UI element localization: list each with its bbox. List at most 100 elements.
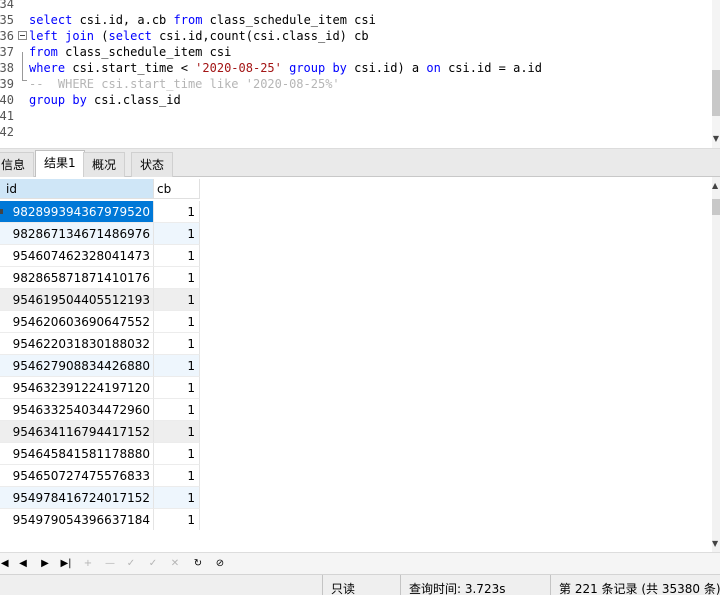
code-token: group by bbox=[289, 61, 347, 75]
cell-cb[interactable]: 1 bbox=[154, 333, 200, 355]
cell-cb[interactable]: 1 bbox=[154, 487, 200, 509]
tab-profile[interactable]: 概况 bbox=[83, 152, 126, 177]
result-tab-bar: 信息 结果1 概况 状态 bbox=[0, 148, 720, 178]
cell-id[interactable]: 954979054396637184 bbox=[0, 509, 154, 530]
code-token: '2020-08-25' bbox=[195, 61, 282, 75]
cell-cb[interactable]: 1 bbox=[154, 399, 200, 421]
code-line[interactable]: 39 -- WHERE csi.start_time like '2020-08-… bbox=[0, 76, 712, 92]
scroll-down-arrow-icon[interactable]: ▼ bbox=[712, 539, 718, 548]
cell-id[interactable]: 954634116794417152 bbox=[0, 421, 154, 443]
cell-id[interactable]: 954619504405512193 bbox=[0, 289, 154, 311]
code-token: ( bbox=[94, 29, 109, 43]
code-line[interactable]: 36 left join (select csi.id,count(csi.cla… bbox=[0, 28, 712, 44]
delete-record-icon[interactable]: — bbox=[101, 555, 119, 573]
apply-changes-icon[interactable]: ✓ bbox=[122, 555, 140, 573]
code-line[interactable]: 35 select csi.id, a.cb from class_schedul… bbox=[0, 12, 712, 28]
table-row[interactable]: 954632391224197120 1 bbox=[0, 377, 200, 399]
code-line[interactable]: 42 bbox=[0, 124, 712, 140]
line-number: 37 bbox=[0, 45, 14, 59]
code-line[interactable]: 34 bbox=[0, 0, 712, 12]
cell-id[interactable]: 954645841581178880 bbox=[0, 443, 154, 465]
cell-cb[interactable]: 1 bbox=[154, 201, 200, 223]
grid-scrollbar[interactable]: ▲ ▼ bbox=[712, 177, 720, 552]
table-row[interactable]: 954607462328041473 1 bbox=[0, 245, 200, 267]
table-row[interactable]: 954622031830188032 1 bbox=[0, 333, 200, 355]
table-row[interactable]: 954978416724017152 1 bbox=[0, 487, 200, 509]
cell-id[interactable]: 982865871871410176 bbox=[0, 267, 154, 289]
stop-icon[interactable]: ⊘ bbox=[211, 555, 229, 573]
cell-id[interactable]: 954633254034472960 bbox=[0, 399, 154, 421]
code-token: where bbox=[29, 61, 66, 75]
code-line[interactable]: 40 group by csi.class_id bbox=[0, 92, 712, 108]
discard-changes-icon[interactable]: ✕ bbox=[166, 555, 184, 573]
table-row[interactable]: 954634116794417152 1 bbox=[0, 421, 200, 443]
cell-id[interactable]: 982899394367979520 bbox=[0, 201, 154, 223]
status-query-time: 查询时间: 3.723s bbox=[400, 575, 550, 595]
cell-id[interactable]: 982867134671486976 bbox=[0, 223, 154, 245]
cell-cb[interactable]: 1 bbox=[154, 311, 200, 333]
cell-id[interactable]: 954607462328041473 bbox=[0, 245, 154, 267]
code-line[interactable]: 38 where csi.start_time < '2020-08-25' gr… bbox=[0, 60, 712, 76]
code-line[interactable]: 41 bbox=[0, 108, 712, 124]
cell-cb[interactable]: 1 bbox=[154, 245, 200, 267]
table-row[interactable]: 982865871871410176 1 bbox=[0, 267, 200, 289]
code-text: where csi.start_time < '2020-08-25' grou… bbox=[29, 60, 542, 76]
table-row[interactable]: 982867134671486976 1 bbox=[0, 223, 200, 245]
code-token: csi.id) a bbox=[346, 61, 427, 75]
tab-info[interactable]: 信息 bbox=[0, 152, 35, 177]
last-record-icon[interactable]: ▶| bbox=[57, 555, 75, 573]
tab-result1[interactable]: 结果1 bbox=[35, 150, 85, 178]
cell-cb[interactable]: 1 bbox=[154, 509, 200, 530]
code-token: csi.id, a.cb bbox=[72, 13, 174, 27]
cell-id[interactable]: 954978416724017152 bbox=[0, 487, 154, 509]
cell-cb[interactable]: 1 bbox=[154, 377, 200, 399]
cell-cb[interactable]: 1 bbox=[154, 465, 200, 487]
cell-id[interactable]: 954632391224197120 bbox=[0, 377, 154, 399]
cell-cb[interactable]: 1 bbox=[154, 443, 200, 465]
editor-scrollbar-thumb[interactable] bbox=[712, 70, 720, 116]
cell-id[interactable]: 954650727475576833 bbox=[0, 465, 154, 487]
table-row[interactable]: 982899394367979520 1 bbox=[0, 201, 200, 223]
status-record-info: 第 221 条记录 (共 35380 条) bbox=[550, 575, 720, 595]
column-header-cb[interactable]: cb bbox=[154, 179, 200, 199]
fold-collapse-icon[interactable] bbox=[18, 31, 27, 40]
table-row[interactable]: 954979054396637184 1 bbox=[0, 509, 200, 530]
line-number: 39 bbox=[0, 77, 14, 91]
scroll-down-arrow-icon[interactable]: ▼ bbox=[713, 134, 719, 143]
result-grid[interactable]: id cb 982899394367979520 1 982867134671486… bbox=[0, 177, 712, 530]
grid-scrollbar-thumb[interactable] bbox=[712, 199, 720, 215]
table-row[interactable]: 954633254034472960 1 bbox=[0, 399, 200, 421]
table-row[interactable]: 954620603690647552 1 bbox=[0, 311, 200, 333]
tab-status[interactable]: 状态 bbox=[131, 152, 174, 177]
prev-record-icon[interactable]: ◀ bbox=[14, 555, 32, 573]
code-token: select bbox=[29, 13, 73, 27]
code-token: from bbox=[173, 13, 203, 27]
apply-all-icon[interactable]: ✓ bbox=[144, 555, 162, 573]
cell-cb[interactable]: 1 bbox=[154, 421, 200, 443]
cell-id[interactable]: 954622031830188032 bbox=[0, 333, 154, 355]
next-record-icon[interactable]: ▶ bbox=[36, 555, 54, 573]
table-row[interactable]: 954619504405512193 1 bbox=[0, 289, 200, 311]
code-token: select bbox=[108, 29, 152, 43]
cell-cb[interactable]: 1 bbox=[154, 355, 200, 377]
refresh-icon[interactable]: ↻ bbox=[189, 555, 207, 573]
add-record-icon[interactable]: + bbox=[79, 555, 97, 573]
editor-scrollbar[interactable]: ▼ bbox=[712, 0, 720, 148]
cell-cb[interactable]: 1 bbox=[154, 267, 200, 289]
code-text: select csi.id, a.cb from class_schedule_… bbox=[29, 12, 376, 28]
cell-id[interactable]: 954627908834426880 bbox=[0, 355, 154, 377]
table-row[interactable]: 954650727475576833 1 bbox=[0, 465, 200, 487]
column-header-id[interactable]: id bbox=[0, 179, 154, 199]
code-token: group by bbox=[29, 93, 87, 107]
code-text: from class_schedule_item csi bbox=[29, 44, 231, 60]
sql-editor[interactable]: 34 35 select csi.id, a.cb from class_sched… bbox=[0, 0, 720, 148]
cell-cb[interactable]: 1 bbox=[154, 223, 200, 245]
cell-cb[interactable]: 1 bbox=[154, 289, 200, 311]
table-row[interactable]: 954627908834426880 1 bbox=[0, 355, 200, 377]
scroll-up-arrow-icon[interactable]: ▲ bbox=[712, 181, 718, 190]
table-row[interactable]: 954645841581178880 1 bbox=[0, 443, 200, 465]
code-text: left join (select csi.id,count(csi.class… bbox=[29, 28, 369, 44]
cell-id[interactable]: 954620603690647552 bbox=[0, 311, 154, 333]
first-record-icon[interactable]: |◀ bbox=[0, 555, 12, 573]
code-line[interactable]: 37 from class_schedule_item csi bbox=[0, 44, 712, 60]
